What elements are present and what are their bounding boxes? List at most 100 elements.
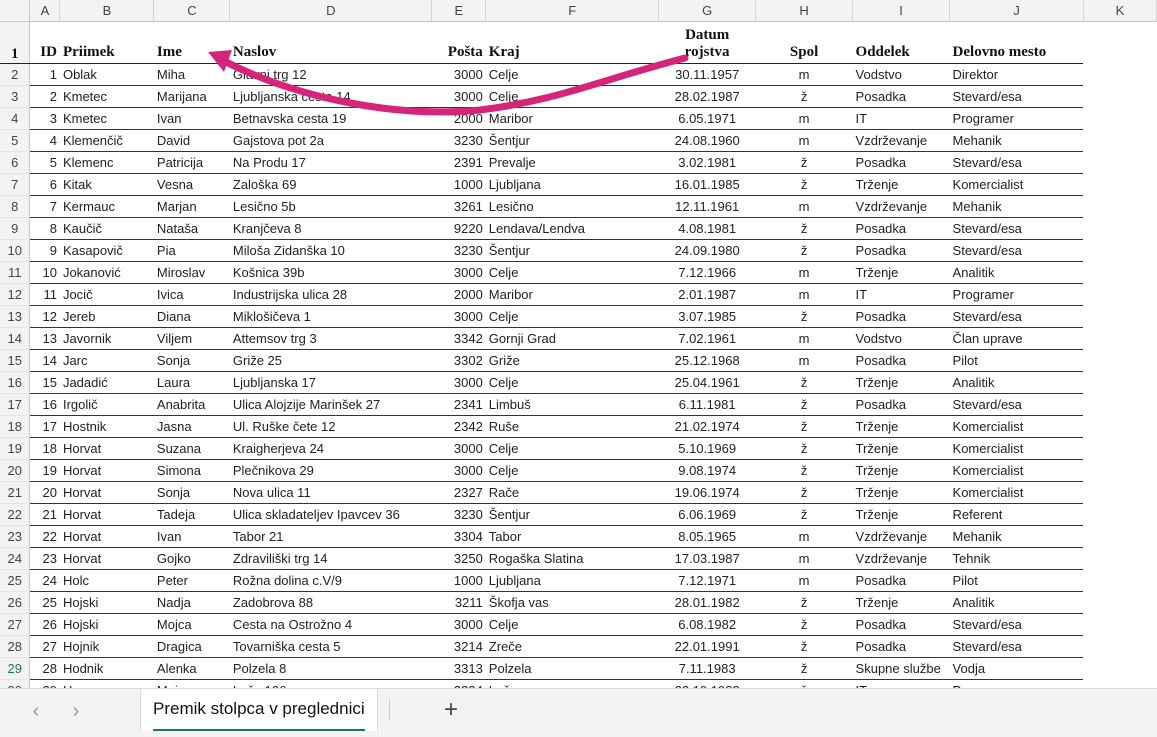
- cell-ime[interactable]: Laura: [153, 371, 230, 394]
- cell-posta[interactable]: 3230: [431, 239, 486, 262]
- cell-posta[interactable]: 3000: [431, 305, 486, 328]
- cell-oddelek[interactable]: Trženje: [852, 173, 950, 196]
- empty-cell[interactable]: [1083, 416, 1156, 438]
- cell-spol[interactable]: m: [755, 569, 853, 592]
- cell-id[interactable]: 29: [29, 679, 60, 688]
- cell-ime[interactable]: Viljem: [153, 327, 230, 350]
- cell-delovno-mesto[interactable]: Programer: [949, 107, 1084, 130]
- cell-spol[interactable]: ž: [755, 657, 853, 680]
- cell-ime[interactable]: Suzana: [153, 437, 230, 460]
- cell-kraj[interactable]: Prevalje: [485, 151, 659, 174]
- cell-delovno-mesto[interactable]: Direktor: [949, 63, 1084, 86]
- cell-priimek[interactable]: Horvat: [59, 459, 154, 482]
- cell-spol[interactable]: m: [755, 525, 853, 548]
- cell-naslov[interactable]: Polzela 8: [229, 657, 432, 680]
- cell-ime[interactable]: Simona: [153, 459, 230, 482]
- cell-oddelek[interactable]: Posadka: [852, 239, 950, 262]
- cell-kraj[interactable]: Luče: [485, 679, 659, 688]
- cell-ime[interactable]: Pia: [153, 239, 230, 262]
- cell-posta[interactable]: 3000: [431, 261, 486, 284]
- empty-cell[interactable]: [1083, 394, 1156, 416]
- cell-delovno-mesto[interactable]: Tehnik: [949, 547, 1084, 570]
- cell-posta[interactable]: 3000: [431, 437, 486, 460]
- cell-naslov[interactable]: Lesično 5b: [229, 195, 432, 218]
- cell-kraj[interactable]: Šentjur: [485, 129, 659, 152]
- cell-delovno-mesto[interactable]: Analitik: [949, 591, 1084, 614]
- cell-posta[interactable]: 3230: [431, 129, 486, 152]
- row-header[interactable]: 5: [0, 129, 31, 152]
- cell-id[interactable]: 27: [29, 635, 60, 658]
- cell-naslov[interactable]: Miklošičeva 1: [229, 305, 432, 328]
- cell-spol[interactable]: m: [755, 327, 853, 350]
- row-header[interactable]: 21: [0, 481, 31, 504]
- cell-kraj[interactable]: Griže: [485, 349, 659, 372]
- cell-delovno-mesto[interactable]: Mehanik: [949, 129, 1084, 152]
- cell-posta[interactable]: 3000: [431, 63, 486, 86]
- cell-posta[interactable]: 3230: [431, 503, 486, 526]
- header-posta[interactable]: Pošta: [431, 21, 486, 64]
- empty-cell[interactable]: [1083, 614, 1156, 636]
- cell-oddelek[interactable]: Posadka: [852, 217, 950, 240]
- cell-datum[interactable]: 22.10.1982: [658, 679, 756, 688]
- column-header-j[interactable]: J: [949, 0, 1084, 22]
- cell-naslov[interactable]: Kranjčeva 8: [229, 217, 432, 240]
- cell-priimek[interactable]: Jocič: [59, 283, 154, 306]
- cell-delovno-mesto[interactable]: Komercialist: [949, 481, 1084, 504]
- cell-id[interactable]: 9: [29, 239, 60, 262]
- cell-ime[interactable]: Diana: [153, 305, 230, 328]
- cell-id[interactable]: 6: [29, 173, 60, 196]
- cell-datum[interactable]: 4.08.1981: [658, 217, 756, 240]
- cell-kraj[interactable]: Rače: [485, 481, 659, 504]
- cell-delovno-mesto[interactable]: Stevard/esa: [949, 151, 1084, 174]
- cell-posta[interactable]: 3250: [431, 547, 486, 570]
- cell-priimek[interactable]: Klemenc: [59, 151, 154, 174]
- cell-oddelek[interactable]: IT: [852, 283, 950, 306]
- cell-ime[interactable]: Ivica: [153, 283, 230, 306]
- cell-priimek[interactable]: Jokanović: [59, 261, 154, 284]
- cell-kraj[interactable]: Ljubljana: [485, 569, 659, 592]
- cell-datum[interactable]: 7.12.1971: [658, 569, 756, 592]
- cell-delovno-mesto[interactable]: Komercialist: [949, 173, 1084, 196]
- empty-cell[interactable]: [1083, 22, 1156, 64]
- row-header[interactable]: 22: [0, 503, 31, 526]
- row-header[interactable]: 8: [0, 195, 31, 218]
- cell-kraj[interactable]: Rogaška Slatina: [485, 547, 659, 570]
- cell-datum[interactable]: 3.02.1981: [658, 151, 756, 174]
- row-header[interactable]: 18: [0, 415, 31, 438]
- cell-datum[interactable]: 25.04.1961: [658, 371, 756, 394]
- cell-posta[interactable]: 3000: [431, 459, 486, 482]
- cell-kraj[interactable]: Šentjur: [485, 239, 659, 262]
- spreadsheet-grid[interactable]: A B C D E F G H I J K 1 ID Priimek Ime N…: [0, 0, 1157, 688]
- cell-oddelek[interactable]: Posadka: [852, 635, 950, 658]
- empty-cell[interactable]: [1083, 350, 1156, 372]
- cell-kraj[interactable]: Celje: [485, 85, 659, 108]
- row-header[interactable]: 15: [0, 349, 31, 372]
- cell-naslov[interactable]: Kraigherjeva 24: [229, 437, 432, 460]
- cell-oddelek[interactable]: Skupne službe: [852, 657, 950, 680]
- cell-posta[interactable]: 2342: [431, 415, 486, 438]
- cell-naslov[interactable]: Ul. Ruške čete 12: [229, 415, 432, 438]
- cell-delovno-mesto[interactable]: Referent: [949, 503, 1084, 526]
- cell-kraj[interactable]: Celje: [485, 437, 659, 460]
- empty-cell[interactable]: [1083, 174, 1156, 196]
- cell-datum[interactable]: 7.11.1983: [658, 657, 756, 680]
- cell-posta[interactable]: 1000: [431, 569, 486, 592]
- cell-id[interactable]: 20: [29, 481, 60, 504]
- cell-ime[interactable]: Marijana: [153, 85, 230, 108]
- cell-delovno-mesto[interactable]: Analitik: [949, 261, 1084, 284]
- empty-cell[interactable]: [1083, 570, 1156, 592]
- cell-ime[interactable]: Miha: [153, 63, 230, 86]
- cell-priimek[interactable]: Irgolič: [59, 393, 154, 416]
- cell-naslov[interactable]: Ulica Alojzije Marinšek 27: [229, 393, 432, 416]
- cell-oddelek[interactable]: Trženje: [852, 415, 950, 438]
- cell-naslov[interactable]: Rožna dolina c.V/9: [229, 569, 432, 592]
- cell-oddelek[interactable]: Vodstvo: [852, 63, 950, 86]
- cell-delovno-mesto[interactable]: Komercialist: [949, 459, 1084, 482]
- cell-naslov[interactable]: Tovarniška cesta 5: [229, 635, 432, 658]
- cell-naslov[interactable]: Na Produ 17: [229, 151, 432, 174]
- cell-oddelek[interactable]: Posadka: [852, 569, 950, 592]
- cell-priimek[interactable]: Kaučič: [59, 217, 154, 240]
- cell-id[interactable]: 5: [29, 151, 60, 174]
- cell-ime[interactable]: Sonja: [153, 481, 230, 504]
- cell-datum[interactable]: 25.12.1968: [658, 349, 756, 372]
